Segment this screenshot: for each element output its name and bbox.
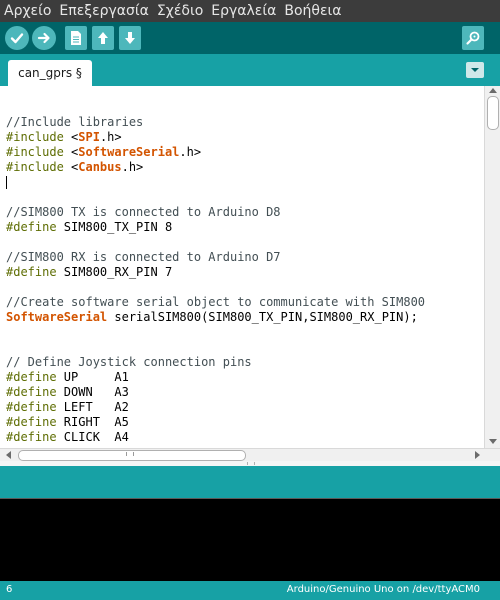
code-line: #include <SPI.h> <box>6 130 484 145</box>
tab-menu-button[interactable] <box>466 62 484 78</box>
status-bar: 6 Arduino/Genuino Uno on /dev/ttyACM0 <box>0 581 500 600</box>
line-number: 6 <box>6 584 13 595</box>
code-text: .h> <box>121 160 144 174</box>
code-keyword: #define <box>6 415 57 429</box>
code-text: < <box>63 145 79 159</box>
code-editor[interactable]: //Include libraries #include <SPI.h> #incl… <box>0 86 500 448</box>
tab-can-gprs[interactable]: can_gprs § <box>8 60 92 86</box>
code-line: #define SIM800_RX_PIN 7 <box>6 265 484 280</box>
menu-sketch[interactable]: Σχέδιο <box>153 0 207 22</box>
verify-button[interactable] <box>5 26 29 50</box>
message-area <box>0 466 500 498</box>
code-line: #define RIGHT A5 <box>6 415 484 430</box>
menu-tools[interactable]: Εργαλεία <box>207 0 280 22</box>
code-line: #define LEFT A2 <box>6 400 484 415</box>
code-line: #define UP A1 <box>6 370 484 385</box>
code-keyword: #include <box>6 160 64 174</box>
code-keyword: #define <box>6 400 57 414</box>
grip-icon <box>126 452 134 456</box>
code-line: #define CLICK A4 <box>6 430 484 445</box>
code-line: // Define Joystick connection pins <box>6 355 484 370</box>
serial-monitor-button[interactable] <box>462 26 484 50</box>
save-button[interactable] <box>119 26 141 50</box>
new-button[interactable] <box>65 26 87 50</box>
code-text: < <box>63 130 79 144</box>
code-line: //Include libraries <box>6 115 484 130</box>
code-text-area[interactable]: //Include libraries #include <SPI.h> #incl… <box>0 86 484 448</box>
code-library: SoftwareSerial <box>6 310 108 324</box>
code-text: serialSIM800(SIM800_TX_PIN,SIM800_RX_PIN… <box>107 310 418 324</box>
arrow-down-icon <box>125 32 135 44</box>
menu-help[interactable]: Βοήθεια <box>280 0 345 22</box>
code-text: CLICK A4 <box>56 430 129 444</box>
scroll-right-icon[interactable] <box>475 451 480 459</box>
scroll-up-icon[interactable] <box>489 88 497 93</box>
code-text: SIM800_TX_PIN 8 <box>56 220 173 234</box>
code-comment: //Create software serial object to commu… <box>6 295 426 309</box>
arrow-up-icon <box>98 32 108 44</box>
serial-monitor-icon <box>466 31 480 45</box>
menu-file[interactable]: Αρχείο <box>0 0 55 22</box>
open-button[interactable] <box>92 26 114 50</box>
code-library: SPI <box>78 130 100 144</box>
tab-label: can_gprs § <box>18 66 82 80</box>
code-line: //Create software serial object to commu… <box>6 295 484 310</box>
code-text: RIGHT A5 <box>56 415 129 429</box>
scroll-down-icon[interactable] <box>489 439 497 444</box>
code-text: .h> <box>99 130 122 144</box>
vertical-scroll-thumb[interactable] <box>487 96 499 130</box>
code-keyword: #include <box>6 130 64 144</box>
vertical-scrollbar[interactable] <box>484 86 500 448</box>
code-line: #include <Canbus.h> <box>6 160 484 175</box>
code-comment: // Define Joystick connection pins <box>6 355 252 369</box>
code-line: //SIM800 TX is connected to Arduino D8 <box>6 205 484 220</box>
code-comment: //SIM800 TX is connected to Arduino D8 <box>6 205 281 219</box>
code-comment: //SIM800 RX is connected to Arduino D7 <box>6 250 281 264</box>
code-text: LEFT A2 <box>56 400 129 414</box>
code-text: .h> <box>179 145 202 159</box>
code-keyword: #define <box>6 265 57 279</box>
code-text: UP A1 <box>56 370 129 384</box>
code-keyword: #define <box>6 220 57 234</box>
new-file-icon <box>71 31 81 45</box>
code-text: < <box>63 160 79 174</box>
code-library: SoftwareSerial <box>78 145 180 159</box>
code-library: Canbus <box>78 160 122 174</box>
tab-bar: can_gprs § <box>0 54 500 86</box>
upload-button[interactable] <box>32 26 56 50</box>
chevron-down-icon <box>471 68 479 72</box>
menu-edit[interactable]: Επεξεργασία <box>55 0 152 22</box>
checkmark-icon <box>10 33 24 44</box>
code-line: //SIM800 RX is connected to Arduino D7 <box>6 250 484 265</box>
code-comment: //Include libraries <box>6 115 144 129</box>
divider-grip-icon <box>247 462 255 465</box>
code-keyword: #define <box>6 430 57 444</box>
code-line: #define DOWN A3 <box>6 385 484 400</box>
code-keyword: #define <box>6 385 57 399</box>
code-line: #include <SoftwareSerial.h> <box>6 145 484 160</box>
console-output[interactable] <box>0 498 500 581</box>
code-keyword: #define <box>6 370 57 384</box>
code-keyword: #include <box>6 145 64 159</box>
horizontal-scrollbar[interactable] <box>0 448 500 461</box>
board-port-status: Arduino/Genuino Uno on /dev/ttyACM0 <box>286 584 480 595</box>
menu-bar: Αρχείο Επεξεργασία Σχέδιο Εργαλεία Βοήθε… <box>0 0 500 22</box>
scroll-left-icon[interactable] <box>6 451 11 459</box>
toolbar <box>0 22 500 54</box>
code-line: SoftwareSerial serialSIM800(SIM800_TX_PI… <box>6 310 484 325</box>
code-text: SIM800_RX_PIN 7 <box>56 265 173 279</box>
code-text: DOWN A3 <box>56 385 129 399</box>
code-line: #define SIM800_TX_PIN 8 <box>6 220 484 235</box>
arrow-right-icon <box>37 32 50 44</box>
code-line <box>6 175 484 190</box>
text-cursor <box>6 176 7 189</box>
